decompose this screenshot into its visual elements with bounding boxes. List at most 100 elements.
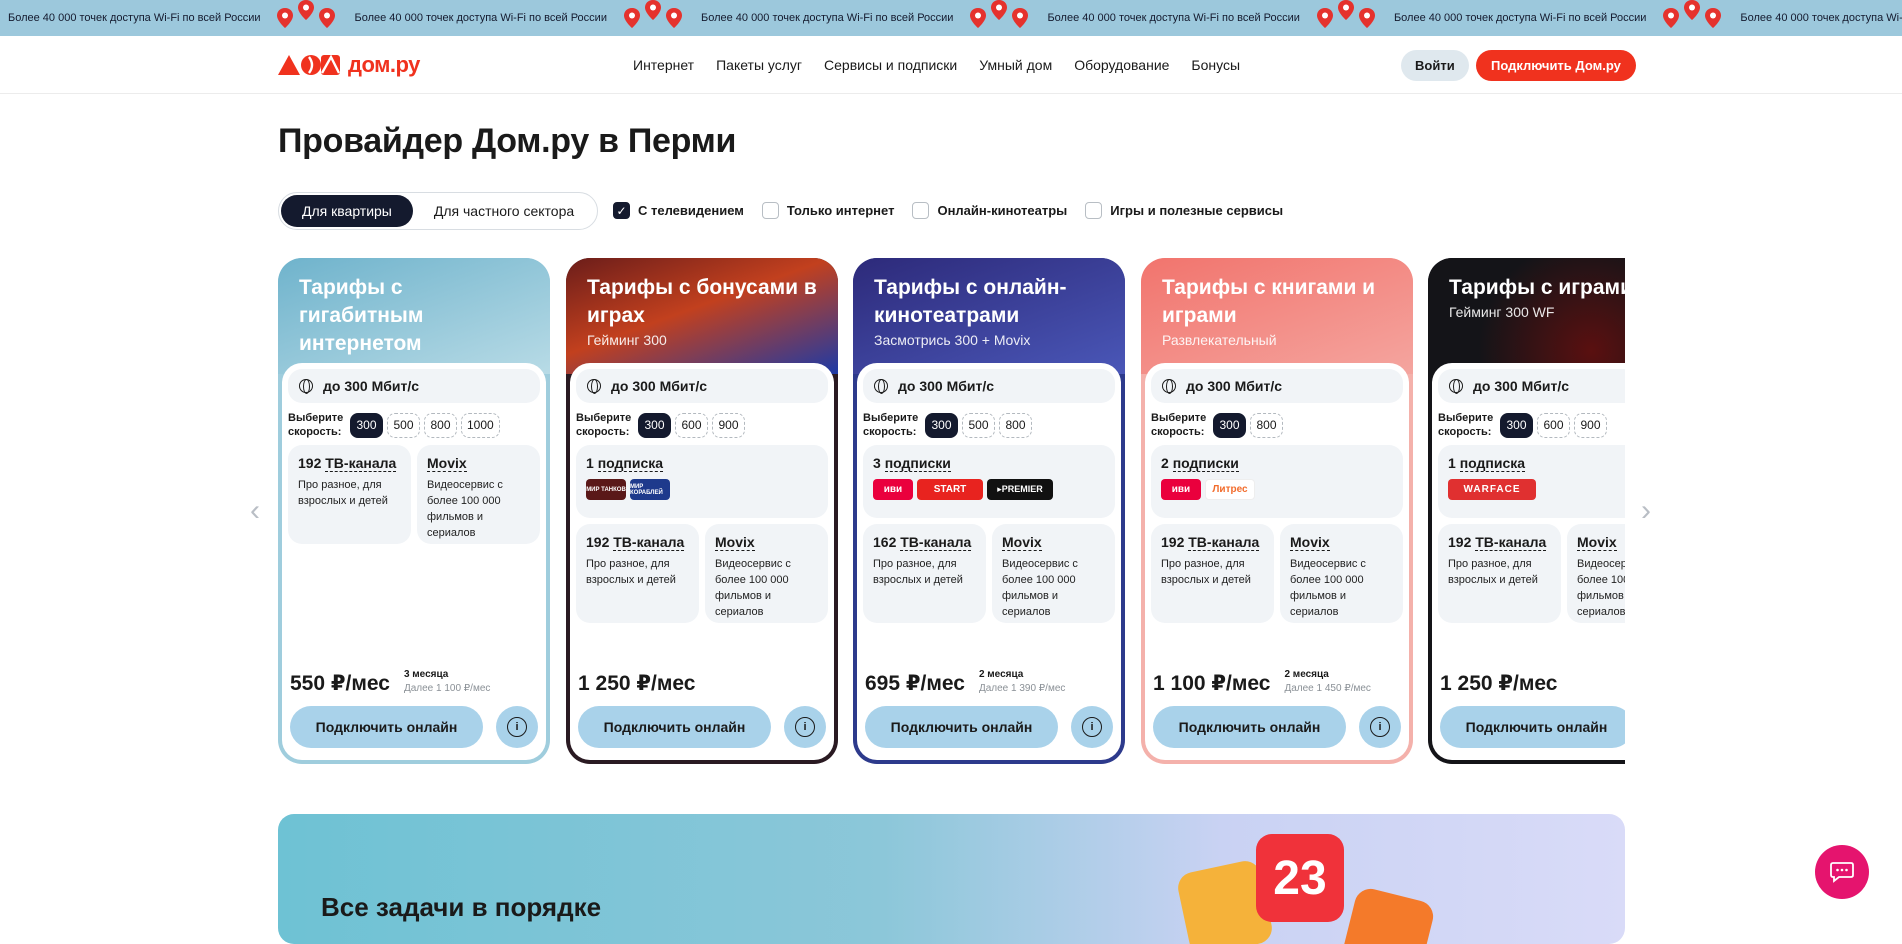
speed-option[interactable]: 1000 — [461, 412, 500, 438]
tv-tile[interactable]: 192 ТВ-канала Про разное, для взрослых и … — [1151, 524, 1274, 623]
speed-option[interactable]: 800 — [999, 412, 1032, 438]
carousel-next-arrow-icon[interactable]: › — [1634, 494, 1658, 527]
tv-label[interactable]: ТВ-канала — [325, 455, 397, 472]
promo-period: 2 месяца — [978, 669, 1024, 680]
tv-tile[interactable]: 192 ТВ-канала Про разное, для взрослых и … — [288, 445, 411, 544]
tv-label[interactable]: ТВ-канала — [613, 534, 685, 551]
chat-button[interactable] — [1815, 845, 1869, 899]
connect-online-button[interactable]: Подключить онлайн — [578, 706, 771, 748]
speed-option[interactable]: 300 — [1213, 412, 1246, 438]
cinema-tile[interactable]: Movix Видеосервис с более 100 000 фильмов… — [705, 524, 828, 623]
tv-count: 192 — [586, 534, 610, 550]
subscription-logo: МИР КОРАБЛЕЙ — [630, 479, 670, 500]
speed-option[interactable]: 300 — [638, 412, 671, 438]
connect-online-button[interactable]: Подключить онлайн — [1440, 706, 1625, 748]
cinema-name[interactable]: Movix — [1002, 534, 1042, 551]
nav-services[interactable]: Сервисы и подписки — [824, 57, 957, 73]
checkbox-icon[interactable] — [912, 202, 930, 219]
tv-count: 192 — [298, 455, 322, 471]
info-button[interactable]: i — [1359, 706, 1401, 748]
tariff-card[interactable]: Тарифы с гигабитным интернетомГига 300до… — [278, 258, 550, 764]
info-icon: i — [1370, 717, 1390, 737]
filter-checkbox-0[interactable]: ✓ С телевидением — [613, 202, 744, 219]
subscriptions-tile[interactable]: 1 подписка WARFACE — [1438, 445, 1625, 518]
nav-smart-home[interactable]: Умный дом — [979, 57, 1052, 73]
price-block: 1 250 ₽/мес — [1440, 671, 1557, 696]
subs-label[interactable]: подписки — [1172, 455, 1239, 472]
connect-online-button[interactable]: Подключить онлайн — [865, 706, 1058, 748]
banner-text: Более 40 000 точек доступа Wi-Fi по всей… — [1740, 12, 1902, 24]
speed-option[interactable]: 800 — [1250, 412, 1283, 438]
checkbox-checked-icon[interactable]: ✓ — [613, 202, 630, 219]
speed-option[interactable]: 600 — [675, 412, 708, 438]
map-pins-icon — [1652, 0, 1732, 29]
info-button[interactable]: i — [1071, 706, 1113, 748]
filter-checkbox-3[interactable]: Игры и полезные сервисы — [1085, 202, 1283, 219]
speed-option[interactable]: 300 — [925, 412, 958, 438]
tv-tile[interactable]: 192 ТВ-канала Про разное, для взрослых и … — [576, 524, 699, 623]
subscriptions-tile[interactable]: 2 подписки иви Литрес — [1151, 445, 1403, 518]
nav-bonuses[interactable]: Бонусы — [1191, 57, 1240, 73]
subscriptions-tile[interactable]: 1 подписка МИР ТАНКОВ МИР КОРАБЛЕЙ — [576, 445, 828, 518]
tv-tile[interactable]: 162 ТВ-канала Про разное, для взрослых и … — [863, 524, 986, 623]
speed-option[interactable]: 300 — [350, 412, 383, 438]
card-body: до 300 Мбит/с Выберите скорость: 300 500 800… — [282, 363, 546, 760]
tariff-card[interactable]: Тарифы с книгами и играми Развлекательный… — [1141, 258, 1413, 764]
cinema-tile[interactable]: Movix Видеосервис с более 100 000 фильмов… — [1567, 524, 1625, 623]
info-button[interactable]: i — [496, 706, 538, 748]
tv-count: 162 — [873, 534, 897, 550]
wifi-promo-banner[interactable]: Более 40 000 точек доступа Wi-Fi по всей… — [0, 0, 1902, 36]
cinema-name[interactable]: Movix — [715, 534, 755, 551]
cinema-tile[interactable]: Movix Видеосервис с более 100 000 фильмов… — [1280, 524, 1403, 623]
checkbox-icon[interactable] — [1085, 202, 1103, 219]
filter-checkbox-2[interactable]: Онлайн-кинотеатры — [912, 202, 1067, 219]
housing-option-private[interactable]: Для частного сектора — [413, 195, 595, 227]
nav-internet[interactable]: Интернет — [633, 57, 694, 73]
tv-tile[interactable]: 192 ТВ-канала Про разное, для взрослых и … — [1438, 524, 1561, 623]
cinema-desc: Видеосервис с более 100 000 фильмов и се… — [1002, 558, 1078, 618]
filter-checkbox-1[interactable]: Только интернет — [761, 202, 894, 219]
nav-equipment[interactable]: Оборудование — [1074, 57, 1169, 73]
speed-option[interactable]: 300 — [1500, 412, 1533, 438]
banner-item: Более 40 000 точек доступа Wi-Fi по всей… — [693, 0, 1039, 29]
speed-option[interactable]: 800 — [424, 412, 457, 438]
speed-option[interactable]: 600 — [1537, 412, 1570, 438]
tv-label[interactable]: ТВ-канала — [900, 534, 972, 551]
speed-option[interactable]: 500 — [962, 412, 995, 438]
tariff-card[interactable]: Тарифы с играми Гейминг 300 WF до 300 Мбит… — [1428, 258, 1625, 764]
cinema-tile[interactable]: Movix Видеосервис с более 100 000 фильмов… — [992, 524, 1115, 623]
connect-online-button[interactable]: Подключить онлайн — [1153, 706, 1346, 748]
banner-text: Более 40 000 точек доступа Wi-Fi по всей… — [700, 12, 954, 24]
tariff-card[interactable]: Тарифы с бонусами в играх Гейминг 300 до 3… — [566, 258, 838, 764]
cinema-tile[interactable]: Movix Видеосервис с более 100 000 фильмов… — [417, 445, 540, 544]
subs-label[interactable]: подписки — [884, 455, 951, 472]
speed-option[interactable]: 500 — [387, 412, 420, 438]
subscription-logo: Литрес — [1205, 479, 1255, 500]
tv-label[interactable]: ТВ-канала — [1475, 534, 1547, 551]
login-button[interactable]: Войти — [1401, 50, 1469, 81]
subscription-logos: иви Литрес — [1161, 479, 1393, 500]
subs-label[interactable]: подписка — [597, 455, 664, 472]
connect-button[interactable]: Подключить Дом.ру — [1476, 50, 1636, 81]
speed-text: до 300 Мбит/с — [1186, 378, 1283, 394]
carousel-prev-arrow-icon[interactable]: ‹ — [243, 494, 267, 527]
nav-packages[interactable]: Пакеты услуг — [716, 57, 802, 73]
cinema-name[interactable]: Movix — [1577, 534, 1617, 551]
tv-label[interactable]: ТВ-канала — [1188, 534, 1260, 551]
logo[interactable]: дом.ру — [278, 52, 420, 78]
checkbox-icon[interactable] — [761, 202, 779, 219]
connect-online-button[interactable]: Подключить онлайн — [290, 706, 483, 748]
cinema-name[interactable]: Movix — [427, 455, 467, 472]
speed-row: до 300 Мбит/с — [576, 369, 828, 403]
tariff-card[interactable]: Тарифы с онлайн-кинотеатрами Засмотрись 3… — [853, 258, 1125, 764]
cinema-name[interactable]: Movix — [1290, 534, 1330, 551]
globe-icon — [1449, 379, 1463, 394]
subs-label[interactable]: подписка — [1459, 455, 1526, 472]
tv-desc: Про разное, для взрослых и детей — [586, 558, 676, 586]
speed-option[interactable]: 900 — [1574, 412, 1607, 438]
subscriptions-tile[interactable]: 3 подписки иви START ▸PREMIER — [863, 445, 1115, 518]
housing-option-apartment[interactable]: Для квартиры — [281, 195, 413, 227]
features-row: 192 ТВ-канала Про разное, для взрослых и … — [576, 524, 828, 623]
speed-option[interactable]: 900 — [712, 412, 745, 438]
info-button[interactable]: i — [784, 706, 826, 748]
